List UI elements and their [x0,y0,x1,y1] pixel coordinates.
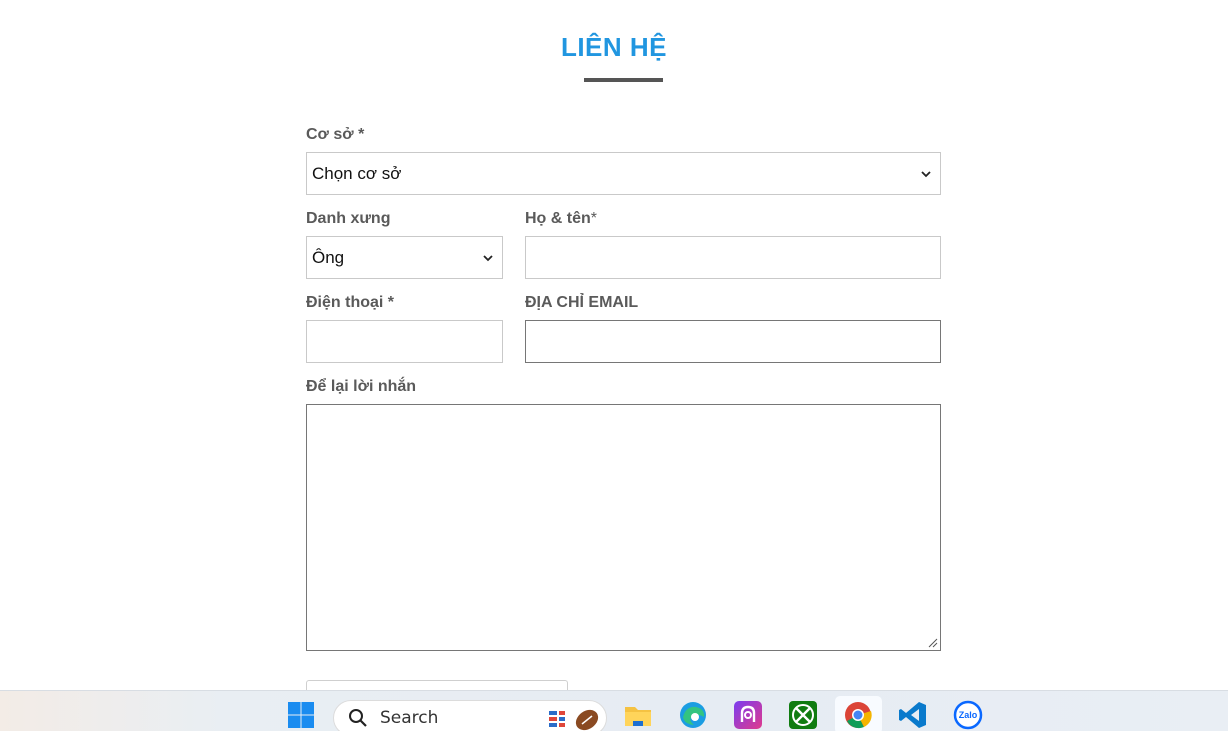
zalo-icon[interactable]: Zalo [953,700,983,730]
file-explorer-icon[interactable] [623,700,653,730]
salutation-select[interactable]: Ông [306,236,503,279]
title-underline [584,78,663,82]
taskbar: Search Zalo [0,690,1228,731]
fullname-label-text: Họ & tên [525,210,591,227]
widgets-icon[interactable] [547,705,603,731]
search-icon [349,709,367,727]
search-label: Search [380,708,439,728]
email-label: ĐỊA CHỈ EMAIL [525,294,639,311]
resize-handle-icon[interactable] [928,638,938,648]
edge-icon[interactable] [678,700,708,730]
xbox-icon[interactable] [788,700,818,730]
windows-start-icon[interactable] [286,700,316,730]
branch-label: Cơ sở * [306,126,365,143]
salutation-select-value: Ông [312,247,345,267]
email-input[interactable] [525,320,941,363]
taskbar-search[interactable]: Search [333,700,607,731]
contact-page: LIÊN HỆ Cơ sở * Chọn cơ sở Danh xưng Ông… [0,0,1228,731]
phone-label: Điện thoại * [306,294,395,311]
required-star: * [590,210,598,227]
page-title: LIÊN HỆ [560,32,668,62]
branch-select[interactable]: Chọn cơ sở [306,152,941,195]
message-textarea[interactable] [306,404,941,651]
fullname-label: Họ & tên* [525,210,597,228]
message-label: Để lại lời nhắn [306,378,417,395]
chrome-icon[interactable] [843,700,873,730]
vscode-icon[interactable] [898,700,928,730]
phone-input[interactable] [306,320,503,363]
chevron-down-icon [921,170,931,177]
branch-select-value: Chọn cơ sở [312,163,402,183]
zalo-text: Zalo [959,710,978,720]
app-icon[interactable] [733,700,763,730]
chevron-down-icon [483,254,493,261]
fullname-input[interactable] [525,236,941,279]
salutation-label: Danh xưng [306,210,391,227]
